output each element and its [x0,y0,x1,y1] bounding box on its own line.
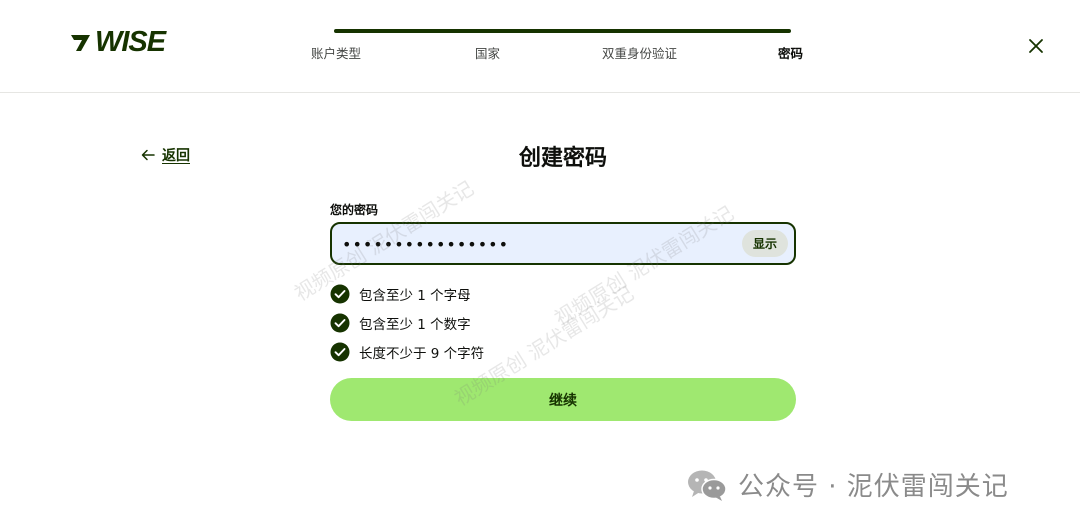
wise-logo[interactable]: WISE [68,25,166,58]
close-icon[interactable] [1024,34,1048,58]
step-password: 密码 [778,46,804,61]
rule-text: 包含至少 1 个字母 [359,287,471,304]
wechat-icon [688,470,727,501]
check-circle-icon [330,284,350,303]
back-label: 返回 [162,148,190,164]
top-header: WISE 账户类型 国家 双重身份验证 密码 [0,0,1080,93]
wise-flag-icon [71,35,90,51]
back-button[interactable]: 返回 [140,145,190,165]
wechat-account-mark: 公众号 · 泥伏雷闯关记 [686,466,1009,503]
check-circle-icon [330,342,350,361]
wechat-account-name: 公众号 · 泥伏雷闯关记 [738,472,1009,502]
page-title: 创建密码 [518,146,607,171]
logo-text: WISE [95,25,166,58]
progress-bar [334,29,791,33]
password-label: 您的密码 [330,203,379,217]
show-password-button[interactable]: 显示 [742,230,788,257]
step-account-type: 账户类型 [311,46,362,61]
check-circle-icon [330,313,350,332]
password-rules: 包含至少 1 个字母 包含至少 1 个数字 长度不少于 9 个字符 [330,279,484,366]
step-country: 国家 [475,46,501,61]
rule-text: 长度不少于 9 个字符 [359,345,485,362]
rule-length: 长度不少于 9 个字符 [330,337,484,366]
password-field[interactable]: 显示 [330,222,796,265]
arrow-left-icon [141,149,155,161]
step-two-factor: 双重身份验证 [602,46,678,61]
password-input[interactable] [342,231,732,257]
rule-text: 包含至少 1 个数字 [359,316,471,333]
continue-button[interactable]: 继续 [330,378,796,421]
rule-number: 包含至少 1 个数字 [330,308,484,337]
rule-letter: 包含至少 1 个字母 [330,279,484,308]
